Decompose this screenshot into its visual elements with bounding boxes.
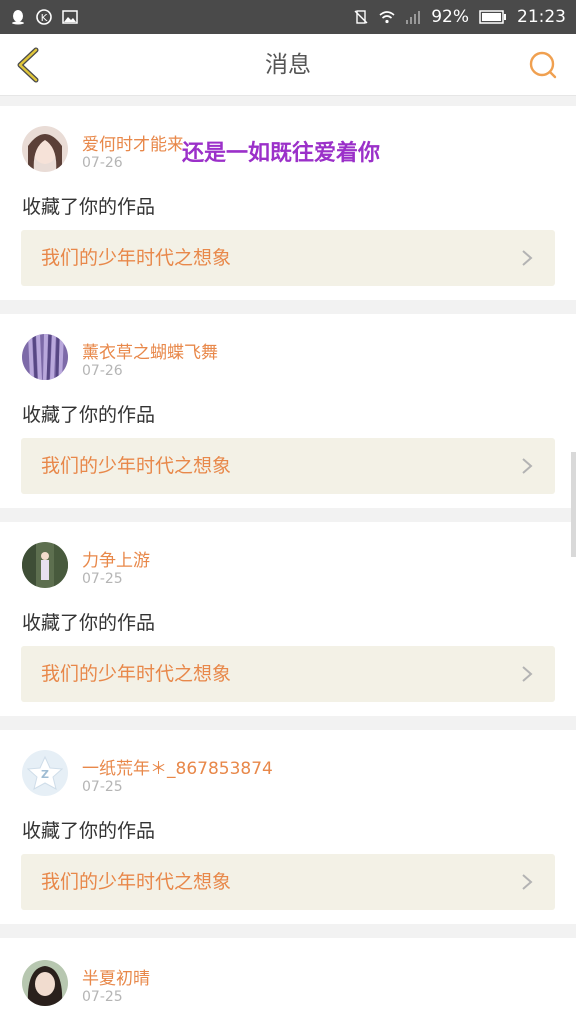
qq-icon bbox=[12, 10, 24, 25]
list-item: 力争上游 07-25 收藏了你的作品 我们的少年时代之想象 bbox=[0, 522, 576, 716]
status-bar: K 92% 21:23 bbox=[0, 0, 576, 34]
girl-avatar[interactable] bbox=[22, 126, 68, 172]
user-name[interactable]: 半夏初晴 bbox=[82, 964, 150, 989]
action-text: 收藏了你的作品 bbox=[22, 820, 156, 842]
work-title: 我们的少年时代之想象 bbox=[41, 663, 232, 685]
chevron-right-icon bbox=[522, 250, 533, 266]
action-text: 收藏了你的作品 bbox=[22, 404, 156, 426]
search-icon[interactable] bbox=[528, 50, 558, 80]
work-title: 我们的少年时代之想象 bbox=[41, 871, 232, 893]
work-title: 我们的少年时代之想象 bbox=[41, 247, 232, 269]
list-item: Z 一纸荒年＊_867853874 07-25 收藏了你的作品 我们的少年时代之… bbox=[0, 730, 576, 924]
user-name[interactable]: 力争上游 bbox=[82, 546, 150, 571]
chevron-right-icon bbox=[522, 666, 533, 682]
wifi-icon bbox=[379, 11, 395, 24]
list-item: 薰衣草之蝴蝶飞舞 07-26 收藏了你的作品 我们的少年时代之想象 bbox=[0, 314, 576, 508]
app-header: 消息 bbox=[0, 34, 576, 96]
user-name[interactable]: 一纸荒年＊_867853874 bbox=[82, 754, 273, 779]
scrollbar[interactable] bbox=[571, 452, 576, 557]
k-icon: K bbox=[36, 9, 52, 25]
list-item: 半夏初晴 07-25 bbox=[0, 938, 576, 1024]
svg-text:K: K bbox=[41, 13, 48, 24]
image-icon bbox=[62, 10, 78, 24]
notification-date: 07-26 bbox=[82, 155, 123, 171]
user-name[interactable]: 爱何时才能来 bbox=[82, 130, 184, 155]
signal-icon bbox=[406, 11, 421, 24]
lavender-avatar[interactable] bbox=[22, 334, 68, 380]
svg-text:Z: Z bbox=[41, 768, 49, 781]
battery-icon bbox=[479, 10, 506, 24]
work-link[interactable]: 我们的少年时代之想象 bbox=[21, 438, 555, 494]
work-link[interactable]: 我们的少年时代之想象 bbox=[21, 230, 555, 286]
chevron-right-icon bbox=[522, 874, 533, 890]
notification-date: 07-25 bbox=[82, 779, 123, 795]
action-text: 收藏了你的作品 bbox=[22, 196, 156, 218]
work-link[interactable]: 我们的少年时代之想象 bbox=[21, 854, 555, 910]
notification-date: 07-25 bbox=[82, 571, 123, 587]
forest-avatar[interactable] bbox=[22, 542, 68, 588]
battery-percent: 92% bbox=[431, 7, 469, 27]
page-title: 消息 bbox=[265, 52, 311, 78]
vibrate-off-icon bbox=[354, 10, 368, 24]
user-name[interactable]: 薰衣草之蝴蝶飞舞 bbox=[82, 338, 218, 363]
clock: 21:23 bbox=[517, 7, 566, 27]
default-star-avatar[interactable]: Z bbox=[22, 750, 68, 796]
notification-date: 07-25 bbox=[82, 989, 123, 1005]
action-text: 收藏了你的作品 bbox=[22, 612, 156, 634]
portrait-avatar[interactable] bbox=[22, 960, 68, 1006]
overlay-caption: 还是一如既往爱着你 bbox=[182, 141, 381, 166]
work-title: 我们的少年时代之想象 bbox=[41, 455, 232, 477]
work-link[interactable]: 我们的少年时代之想象 bbox=[21, 646, 555, 702]
chevron-right-icon bbox=[522, 458, 533, 474]
notification-date: 07-26 bbox=[82, 363, 123, 379]
